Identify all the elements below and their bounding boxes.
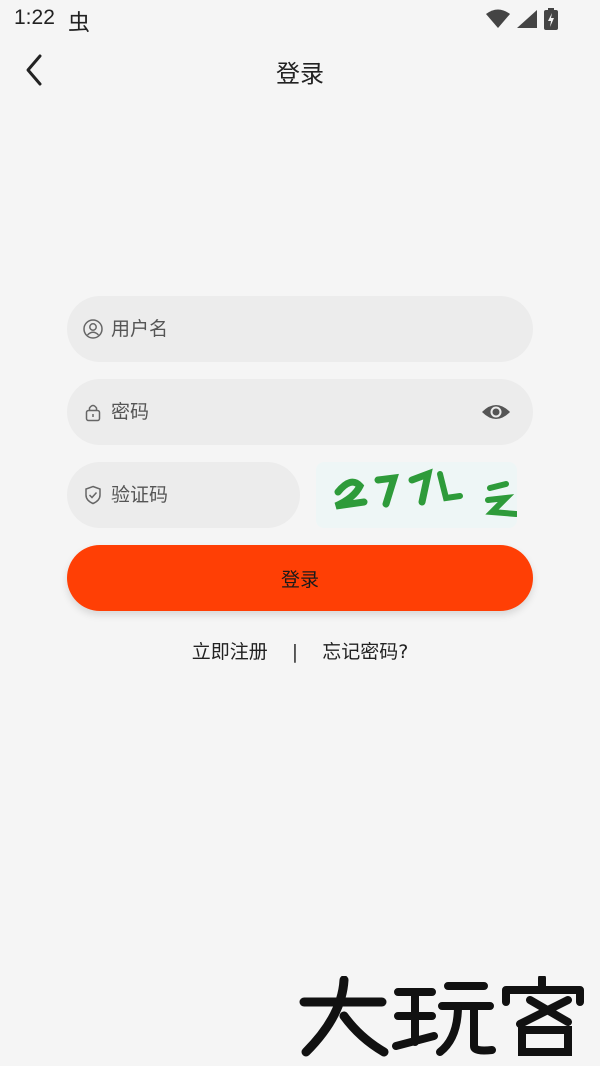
bug-icon: 虫 xyxy=(68,11,91,36)
register-link[interactable]: 立即注册 xyxy=(192,637,268,664)
signal-icon xyxy=(517,10,537,28)
lock-icon xyxy=(83,402,103,422)
page-title: 登录 xyxy=(276,60,324,88)
watermark-logo xyxy=(298,974,594,1062)
username-input[interactable] xyxy=(109,317,533,341)
shield-icon xyxy=(83,485,103,505)
captcha-image[interactable] xyxy=(316,462,517,528)
links-separator: | xyxy=(291,641,299,663)
eye-icon xyxy=(482,405,510,419)
battery-charging-icon xyxy=(544,8,558,30)
wifi-icon xyxy=(486,9,510,28)
status-time: 1:22 xyxy=(14,6,55,29)
password-field[interactable] xyxy=(67,379,533,445)
captcha-field[interactable] xyxy=(67,462,356,528)
status-bar: 1:22 虫 xyxy=(0,0,600,40)
status-icons xyxy=(486,8,558,30)
toggle-password-visibility[interactable] xyxy=(481,398,511,426)
username-field[interactable] xyxy=(67,296,533,362)
login-button[interactable]: 登录 xyxy=(67,545,533,611)
user-icon xyxy=(83,319,103,339)
header: 登录 xyxy=(0,40,600,100)
forgot-password-link[interactable]: 忘记密码? xyxy=(322,637,408,664)
password-input[interactable] xyxy=(109,400,533,424)
auth-links: 立即注册 | 忘记密码? xyxy=(0,637,600,664)
